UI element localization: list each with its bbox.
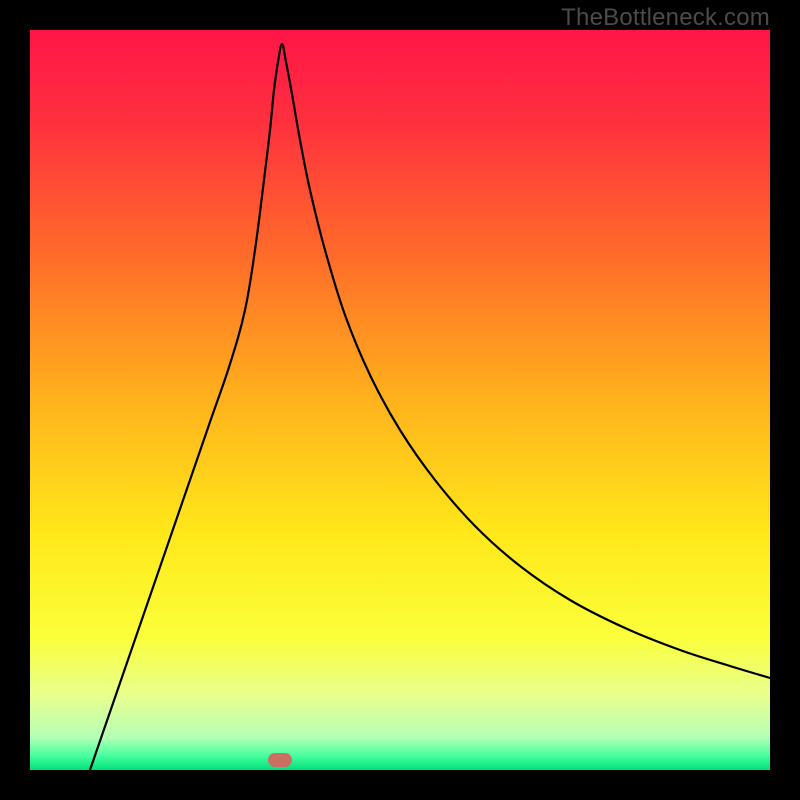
- watermark-text: TheBottleneck.com: [561, 4, 770, 32]
- chart-area: [30, 30, 770, 770]
- bottleneck-curve: [30, 30, 770, 770]
- minimum-marker: [268, 753, 292, 767]
